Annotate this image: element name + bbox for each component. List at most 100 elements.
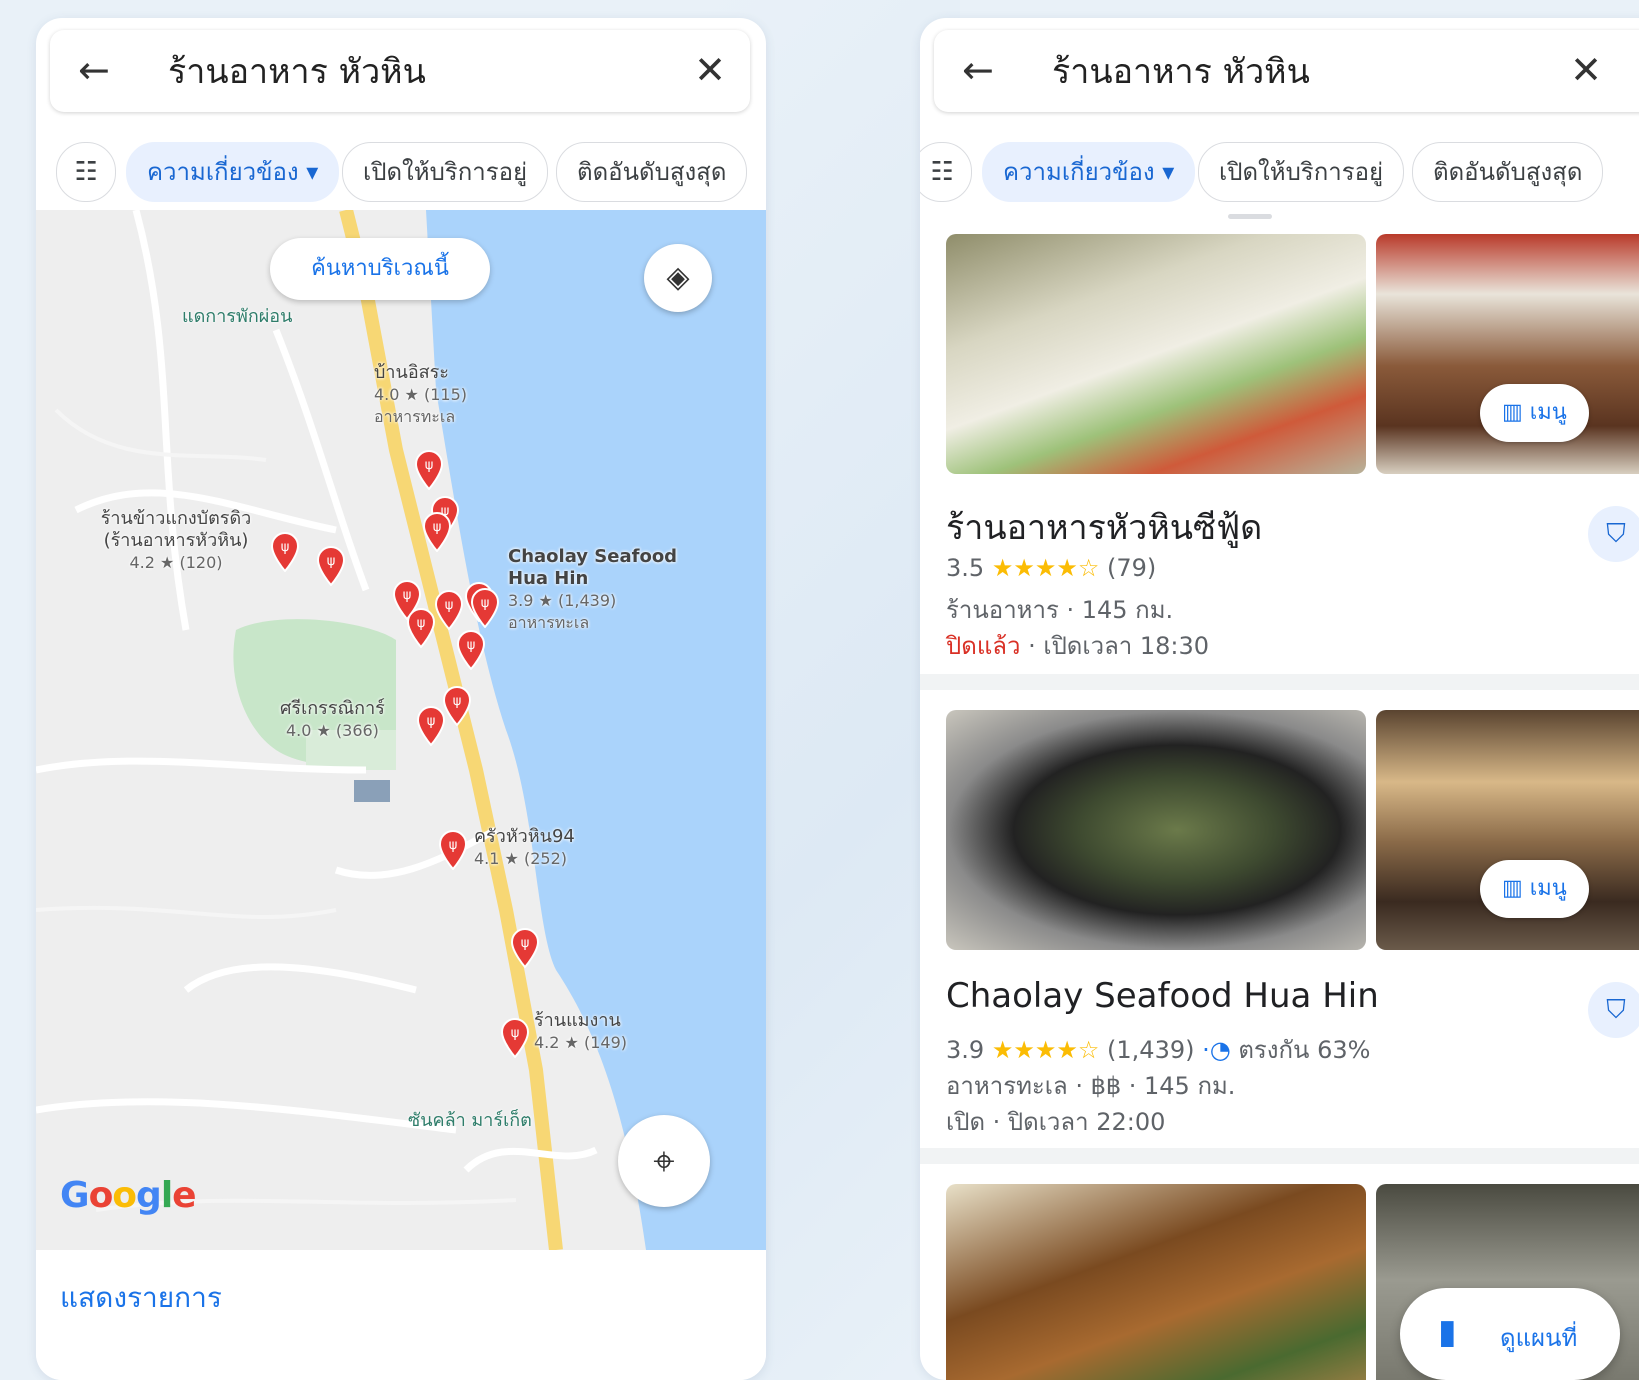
- place-category: อาหารทะเล: [374, 407, 456, 426]
- food-photo[interactable]: [946, 710, 1366, 950]
- close-icon[interactable]: ✕: [1570, 46, 1602, 94]
- search-bar[interactable]: ← ร้านอาหาร หัวหิน ✕: [934, 30, 1639, 112]
- status-closed: ปิดแล้ว: [946, 632, 1021, 660]
- interior-photo[interactable]: ▥ เมนู: [1376, 234, 1639, 474]
- list-view-screen: ← ร้านอาหาร หัวหิน ✕ ☷ ความเกี่ยวข้อง ▾ …: [920, 18, 1639, 1380]
- search-query[interactable]: ร้านอาหาร หัวหิน: [1052, 50, 1310, 94]
- result-rating-line: 3.5 ★★★★☆ (79): [946, 554, 1156, 582]
- place-label[interactable]: ครัวหัวหิน94 4.1 ★ (252): [474, 826, 575, 870]
- restaurant-pin-icon[interactable]: ψ: [438, 830, 468, 871]
- result-hours: เปิด · ปิดเวลา 22:00: [946, 1108, 1166, 1136]
- search-this-area-button[interactable]: ค้นหาบริเวณนี้: [270, 238, 490, 300]
- restaurant-pin-icon[interactable]: ψ: [270, 532, 300, 573]
- match-icon: ·◔: [1202, 1036, 1231, 1064]
- filter-chips: ☷ ความเกี่ยวข้อง ▾ เปิดให้บริการอยู่ ติด…: [920, 126, 1639, 216]
- layers-icon[interactable]: ◈: [644, 244, 712, 312]
- tune-icon[interactable]: ☷: [920, 142, 972, 202]
- divider: [920, 674, 1639, 690]
- rating-value: 3.9: [946, 1036, 985, 1064]
- match-percent: ตรงกัน 63%: [1238, 1036, 1371, 1064]
- interior-photo[interactable]: ▥ เมนู: [1376, 710, 1639, 950]
- restaurant-pin-icon[interactable]: ψ: [422, 512, 452, 553]
- menu-label: เมนู: [1529, 400, 1567, 425]
- food-photo[interactable]: [946, 234, 1366, 474]
- place-label[interactable]: ศรีเกรรณิการ์ 4.0 ★ (366): [280, 698, 385, 742]
- restaurant-pin-icon[interactable]: ψ: [500, 1018, 530, 1059]
- place-label[interactable]: Chaolay Seafood Hua Hin 3.9 ★ (1,439) อา…: [508, 546, 698, 634]
- svg-text:ψ: ψ: [481, 596, 490, 611]
- chip-relevance[interactable]: ความเกี่ยวข้อง ▾: [126, 142, 340, 202]
- result-title[interactable]: ร้านอาหารหัวหินซีฟู้ด: [946, 500, 1262, 554]
- map-view-screen: ← ร้านอาหาร หัวหิน ✕ ☷ ความเกี่ยวข้อง ▾ …: [36, 18, 766, 1380]
- place-rating: 4.0 ★ (366): [285, 721, 379, 740]
- svg-text:ψ: ψ: [511, 1026, 520, 1041]
- svg-text:ψ: ψ: [417, 616, 426, 631]
- search-bar[interactable]: ← ร้านอาหาร หัวหิน ✕: [50, 30, 750, 112]
- place-label[interactable]: ร้านข้าวแกงบัตรดิว (ร้านอาหารหัวหิน) 4.2…: [86, 508, 266, 574]
- review-count: (79): [1107, 554, 1157, 582]
- place-label[interactable]: บ้านอิสระ 4.0 ★ (115) อาหารทะเล: [374, 362, 467, 428]
- restaurant-pin-icon[interactable]: ψ: [316, 546, 346, 587]
- restaurant-pin-icon[interactable]: ψ: [456, 630, 486, 671]
- search-query[interactable]: ร้านอาหาร หัวหิน: [168, 50, 426, 94]
- restaurant-pin-icon[interactable]: ψ: [442, 686, 472, 727]
- restaurant-pin-icon[interactable]: ψ: [510, 928, 540, 969]
- restaurant-pin-icon[interactable]: ψ: [470, 588, 500, 629]
- chip-top-rated[interactable]: ติดอันดับสูงสุด: [1412, 142, 1604, 202]
- result-title[interactable]: Chaolay Seafood Hua Hin: [946, 976, 1379, 1016]
- bookmark-icon[interactable]: ⛉: [1588, 506, 1639, 562]
- place-rating: 3.9 ★ (1,439): [508, 591, 617, 610]
- svg-text:ψ: ψ: [453, 694, 462, 709]
- svg-text:ψ: ψ: [467, 638, 476, 653]
- list-toggle-bar[interactable]: แสดงรายการ: [36, 1250, 766, 1380]
- bookmark-icon[interactable]: ⛉: [1588, 982, 1639, 1038]
- result-hours: ปิดแล้ว · เปิดเวลา 18:30: [946, 626, 1209, 665]
- chip-relevance[interactable]: ความเกี่ยวข้อง ▾: [982, 142, 1196, 202]
- place-name: Chaolay Seafood Hua Hin: [508, 546, 678, 589]
- arrow-left-icon[interactable]: ←: [962, 50, 994, 90]
- star-rating: ★★★★☆: [991, 1036, 1100, 1064]
- place-name: บ้านอิสระ: [374, 362, 449, 383]
- svg-text:ψ: ψ: [445, 598, 454, 613]
- svg-text:ψ: ψ: [449, 838, 458, 853]
- place-rating: 4.0 ★ (115): [374, 385, 467, 404]
- status-opens-at: · เปิดเวลา 18:30: [1020, 632, 1210, 660]
- chip-open-now[interactable]: เปิดให้บริการอยู่: [1198, 142, 1405, 202]
- review-count: (1,439): [1107, 1036, 1195, 1064]
- arrow-left-icon[interactable]: ←: [78, 50, 110, 90]
- svg-text:ψ: ψ: [281, 540, 290, 555]
- restaurant-pin-icon[interactable]: ψ: [406, 608, 436, 649]
- menu-book-icon: ▥: [1502, 400, 1530, 425]
- svg-text:ψ: ψ: [425, 458, 434, 473]
- my-location-icon[interactable]: ⌖: [618, 1115, 710, 1207]
- place-label[interactable]: ร้านแมงาน 4.2 ★ (149): [534, 1010, 627, 1054]
- show-list-link[interactable]: แสดงรายการ: [60, 1276, 222, 1320]
- place-category: อาหารทะเล: [508, 613, 590, 632]
- drag-handle[interactable]: [1228, 214, 1272, 219]
- restaurant-pin-icon[interactable]: ψ: [414, 450, 444, 491]
- menu-book-icon: ▥: [1502, 876, 1530, 901]
- tune-icon[interactable]: ☷: [56, 142, 116, 202]
- poi-label[interactable]: ซันคล้า มาร์เก็ต: [408, 1110, 532, 1132]
- menu-button[interactable]: ▥ เมนู: [1480, 860, 1589, 918]
- chip-top-rated[interactable]: ติดอันดับสูงสุด: [556, 142, 748, 202]
- divider: [920, 1148, 1639, 1164]
- svg-text:ψ: ψ: [433, 520, 442, 535]
- filter-chips: ☷ ความเกี่ยวข้อง ▾ เปิดให้บริการอยู่ ติด…: [36, 126, 766, 216]
- place-name: ครัวหัวหิน94: [474, 826, 575, 847]
- google-logo: Google: [60, 1175, 197, 1216]
- map-icon: ▮: [1438, 1312, 1457, 1352]
- view-map-button[interactable]: ▮ ดูแผนที่: [1400, 1288, 1620, 1380]
- food-photo[interactable]: [946, 1184, 1366, 1380]
- chip-open-now[interactable]: เปิดให้บริการอยู่: [342, 142, 549, 202]
- svg-text:ψ: ψ: [427, 714, 436, 729]
- svg-text:ψ: ψ: [327, 554, 336, 569]
- close-icon[interactable]: ✕: [694, 46, 726, 94]
- poi-label[interactable]: แดการพักผ่อน: [182, 306, 292, 328]
- place-rating: 4.2 ★ (120): [129, 553, 223, 572]
- menu-button[interactable]: ▥ เมนู: [1480, 384, 1589, 442]
- restaurant-pin-icon[interactable]: ψ: [416, 706, 446, 747]
- restaurant-pin-icon[interactable]: ψ: [434, 590, 464, 631]
- map-canvas[interactable]: ค้นหาบริเวณนี้ ◈ ⌖ แดการพักผ่อน ซันคล้า …: [36, 210, 766, 1250]
- result-details: อาหารทะเล · ฿฿ · 145 กม.: [946, 1072, 1236, 1100]
